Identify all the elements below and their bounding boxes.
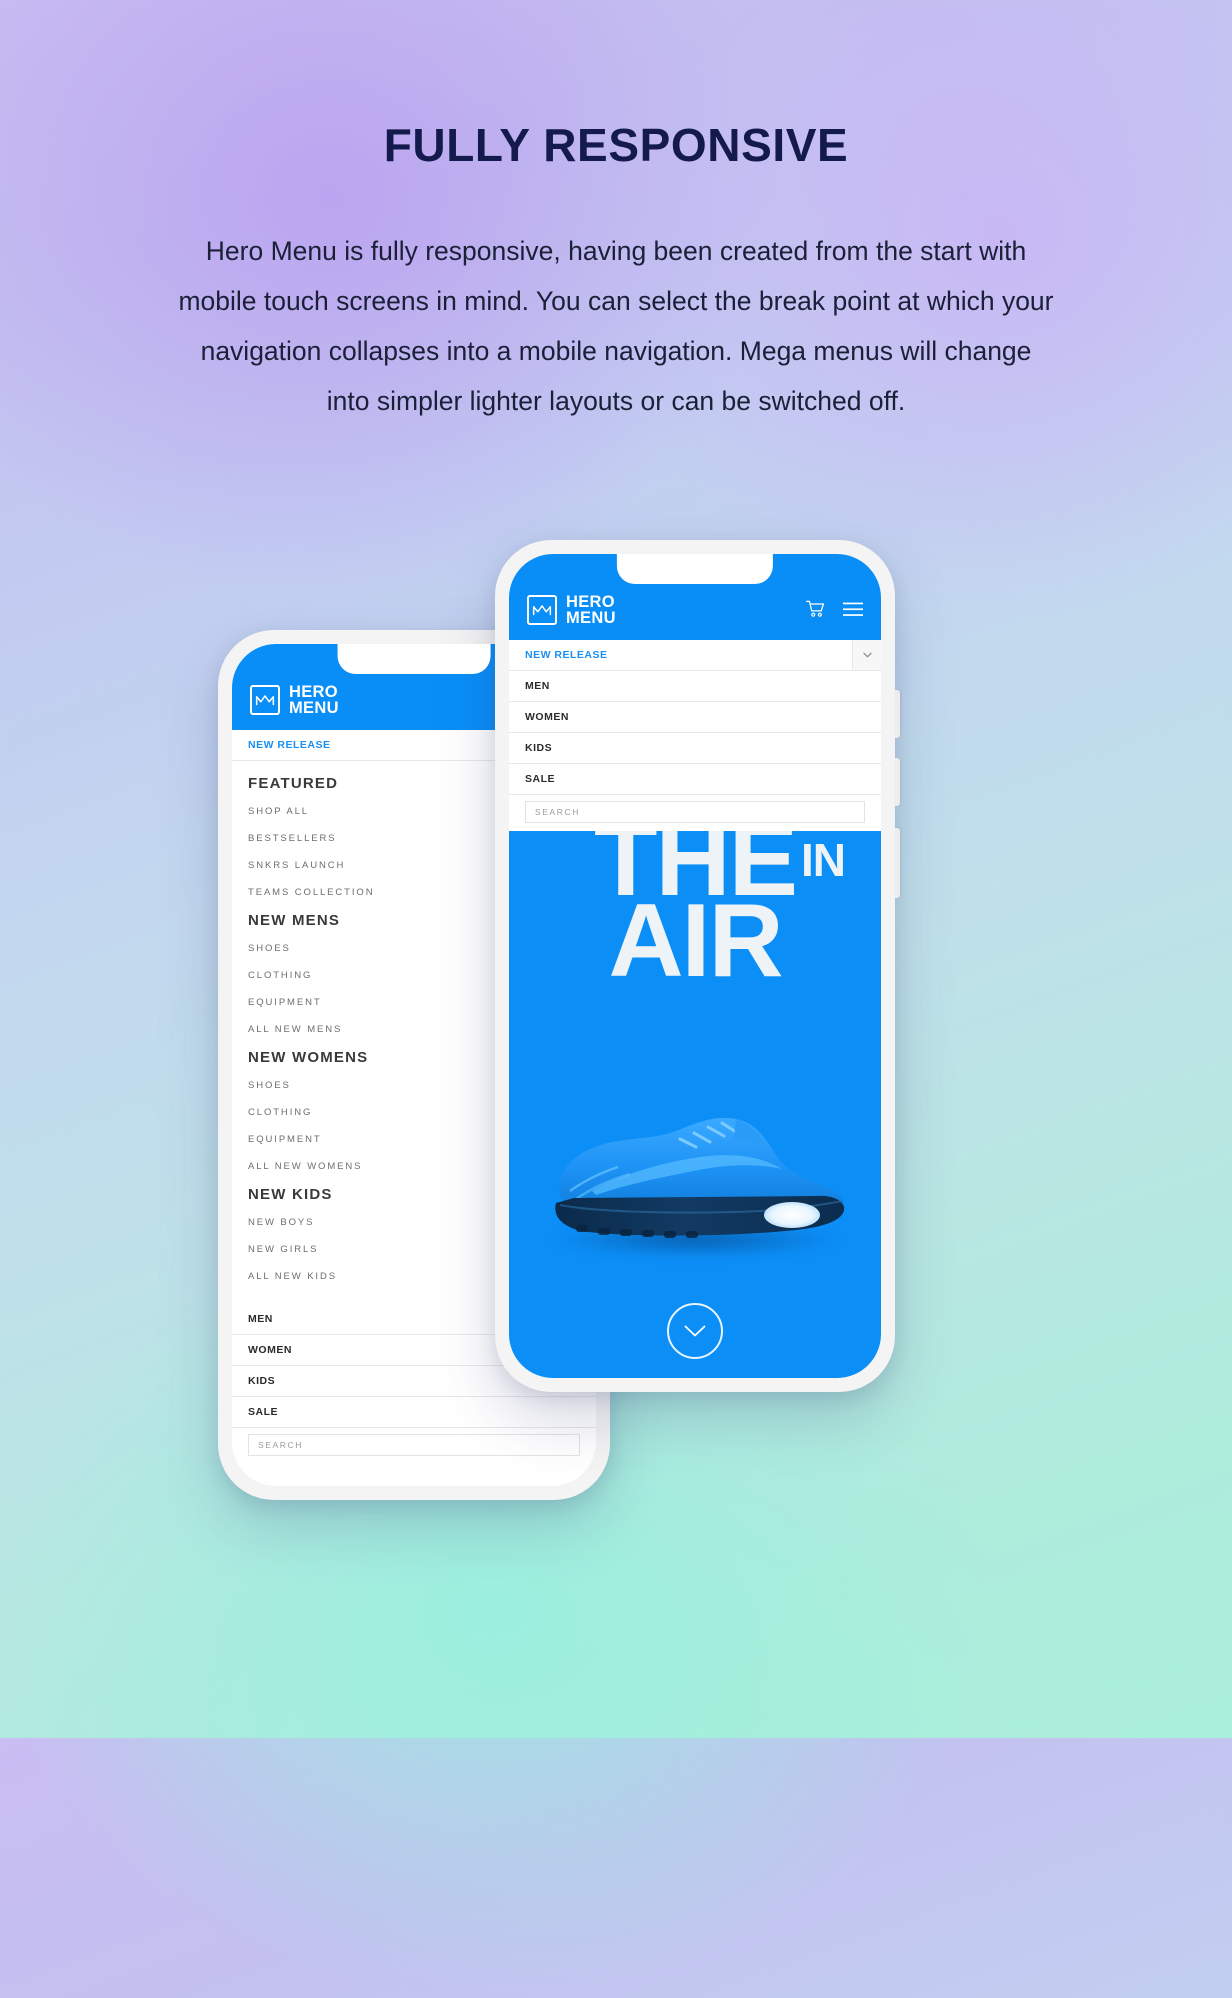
phone-notch bbox=[616, 554, 774, 584]
logo-mark-icon bbox=[527, 595, 557, 625]
logo-mark-icon bbox=[250, 685, 280, 715]
brand-name: HERO MENU bbox=[289, 683, 339, 717]
nav-item-sale[interactable]: SALE bbox=[232, 1397, 596, 1428]
nav-item-new-release[interactable]: NEW RELEASE bbox=[509, 640, 881, 671]
nav-item-women[interactable]: WOMEN bbox=[509, 702, 881, 733]
search-input[interactable] bbox=[525, 801, 865, 823]
nav-item-label: WOMEN bbox=[525, 711, 569, 723]
page-header: FULLY RESPONSIVE Hero Menu is fully resp… bbox=[0, 0, 1232, 426]
brand-name-line1: HERO bbox=[289, 683, 338, 701]
page-title: FULLY RESPONSIVE bbox=[383, 119, 849, 171]
nav-item-label: SALE bbox=[248, 1406, 279, 1418]
nav-list-front: NEW RELEASE MEN WOMEN KIDS SALE bbox=[509, 640, 881, 795]
brand-logo[interactable]: HERO MENU bbox=[527, 594, 616, 626]
nav-item-label: WOMEN bbox=[248, 1344, 292, 1356]
nav-item-label: SALE bbox=[525, 773, 556, 785]
nav-item-kids[interactable]: KIDS bbox=[509, 733, 881, 764]
brand-name-line2: MENU bbox=[566, 609, 616, 627]
nav-item-label: KIDS bbox=[525, 742, 553, 754]
sneaker-image bbox=[530, 1099, 860, 1249]
nav-item-sale[interactable]: SALE bbox=[509, 764, 881, 795]
phone-notch bbox=[337, 644, 491, 674]
hero-banner: THE AIR IN bbox=[509, 831, 881, 1378]
nav-item-label: MEN bbox=[525, 680, 550, 692]
hero-word-air: AIR bbox=[608, 883, 783, 1000]
phone-front-screen: HERO MENU NEW RELEASE MEN WOMEN KIDS SAL… bbox=[509, 554, 881, 1378]
nav-item-label: MEN bbox=[248, 1313, 273, 1325]
nav-item-label: NEW RELEASE bbox=[525, 649, 608, 661]
search-row-back bbox=[232, 1428, 596, 1464]
hamburger-icon[interactable] bbox=[843, 602, 863, 622]
search-row-front bbox=[509, 795, 881, 831]
nav-item-men[interactable]: MEN bbox=[509, 671, 881, 702]
nav-item-label: KIDS bbox=[248, 1375, 276, 1387]
phone-front: HERO MENU NEW RELEASE MEN WOMEN KIDS SAL… bbox=[495, 540, 900, 1392]
brand-name: HERO MENU bbox=[566, 593, 616, 627]
cart-icon[interactable] bbox=[806, 600, 825, 623]
chevron-down-icon[interactable] bbox=[852, 640, 881, 670]
hero-word-in: IN bbox=[801, 834, 846, 886]
brand-logo[interactable]: HERO MENU bbox=[250, 684, 339, 716]
brand-bar-tools bbox=[806, 600, 863, 626]
brand-name-line2: MENU bbox=[289, 699, 339, 717]
nav-item-label: NEW RELEASE bbox=[248, 739, 331, 751]
phone-side-button-volume-up[interactable] bbox=[895, 690, 900, 738]
page-description: Hero Menu is fully responsive, having be… bbox=[178, 236, 1054, 416]
chevron-down-circle-icon[interactable] bbox=[667, 1303, 723, 1359]
brand-name-line1: HERO bbox=[566, 593, 615, 611]
phone-side-button-power[interactable] bbox=[895, 828, 900, 898]
search-input[interactable] bbox=[248, 1434, 580, 1456]
phone-side-button-volume-down[interactable] bbox=[895, 758, 900, 806]
